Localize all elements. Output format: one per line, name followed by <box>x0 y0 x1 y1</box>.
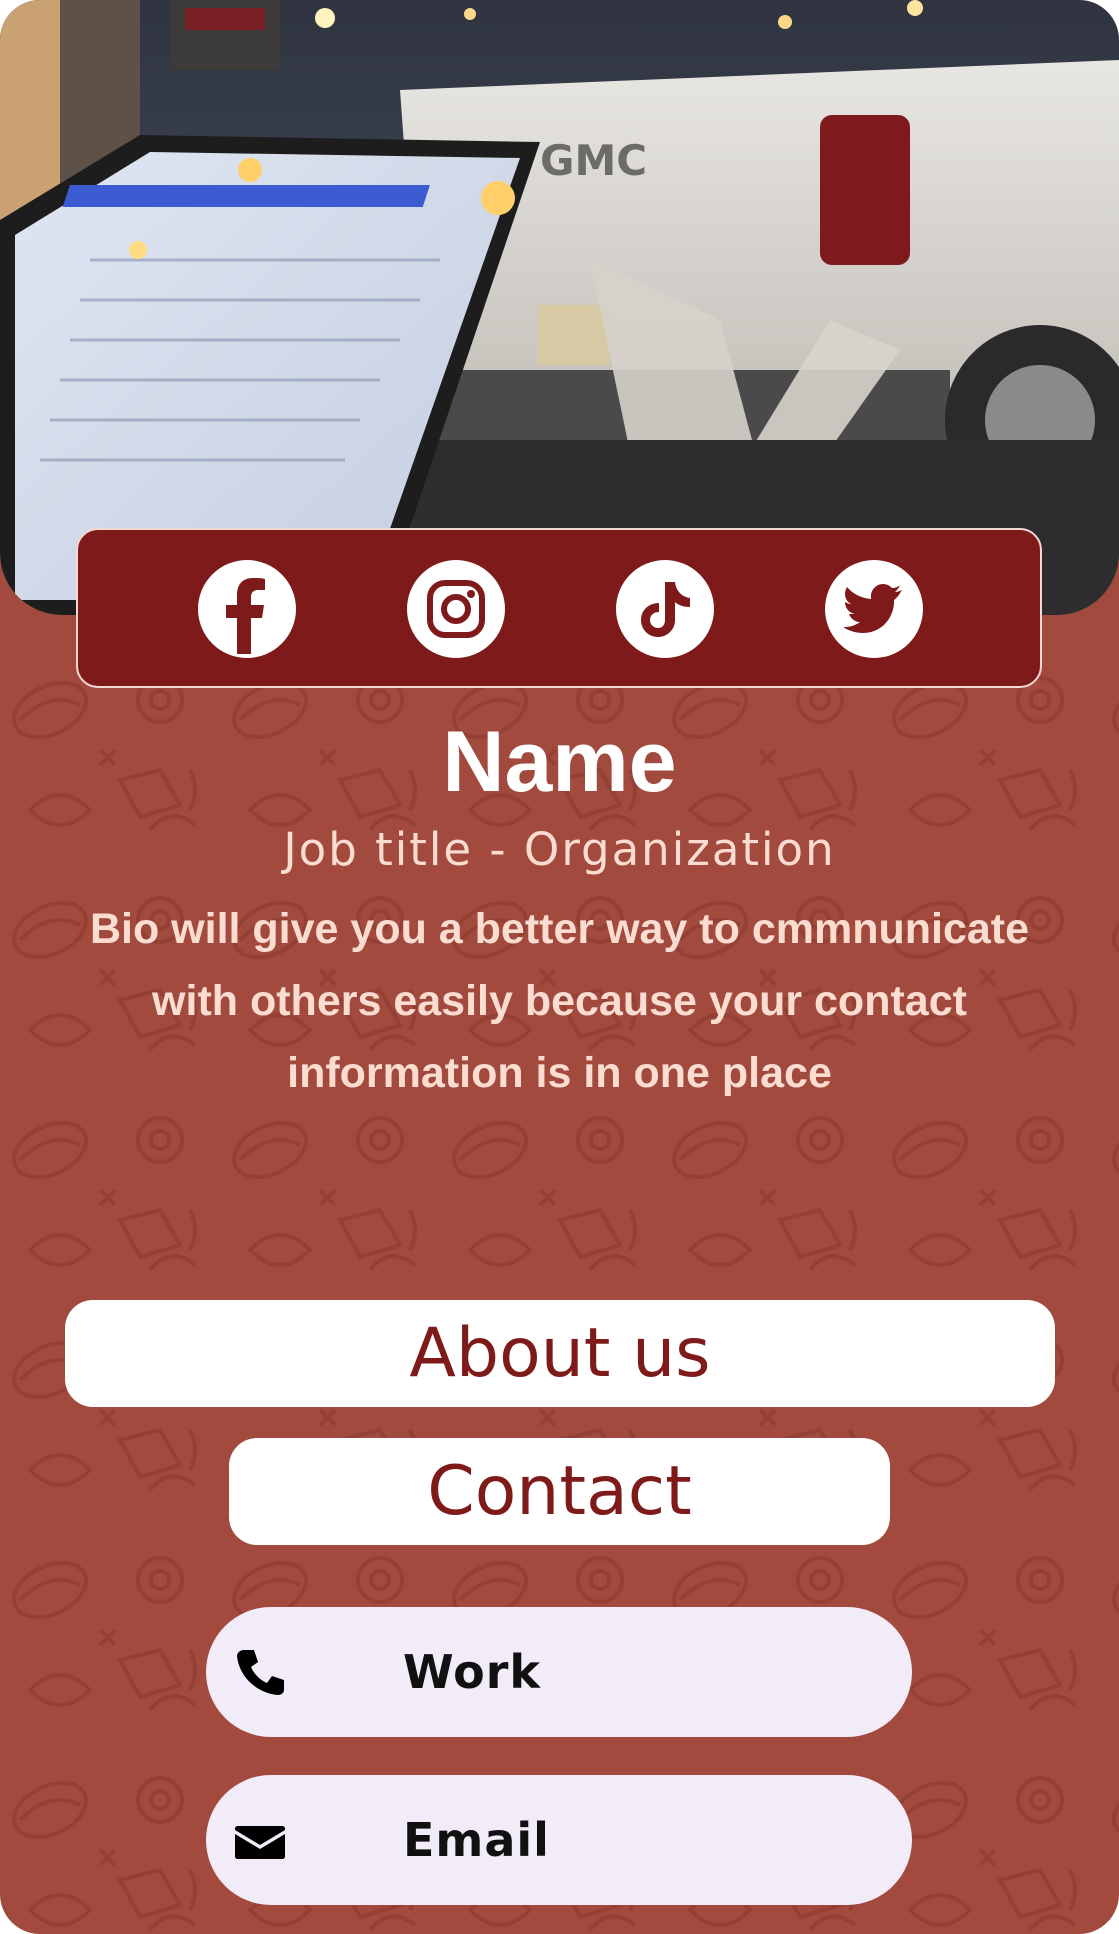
header-photo: GMC <box>0 0 1119 615</box>
social-links-bar <box>76 528 1042 688</box>
facebook-icon <box>226 578 265 654</box>
profile-name: Name <box>442 714 677 810</box>
about-us-button[interactable]: About us <box>65 1300 1055 1407</box>
work-phone-button[interactable]: Work <box>206 1607 912 1737</box>
instagram-button[interactable] <box>407 560 505 658</box>
bio-line: Bio will give you a better way to cmmnun… <box>89 905 1030 953</box>
tiktok-icon <box>641 582 690 637</box>
bio-line: with others easily because your contact <box>152 977 967 1025</box>
bio-text: Bio will give you a better way to cmmnun… <box>20 893 1099 1109</box>
bio-line: information is in one place <box>287 1049 832 1097</box>
svg-text:GMC: GMC <box>540 136 647 185</box>
profile-card: GMC Name Job title - Organization Bio wi… <box>0 0 1119 1934</box>
job-title: Job title - Organization <box>283 823 836 876</box>
twitter-button[interactable] <box>825 560 923 658</box>
email-button[interactable]: Email <box>206 1775 912 1905</box>
instagram-icon <box>427 580 485 638</box>
email-label: Email <box>403 1813 550 1867</box>
tiktok-button[interactable] <box>616 560 714 658</box>
twitter-icon <box>844 584 902 633</box>
work-label: Work <box>403 1645 541 1699</box>
phone-icon <box>237 1650 284 1695</box>
envelope-icon <box>235 1826 285 1859</box>
facebook-button[interactable] <box>198 560 296 658</box>
contact-button[interactable]: Contact <box>229 1438 890 1545</box>
photo-scene: GMC <box>0 0 1119 615</box>
